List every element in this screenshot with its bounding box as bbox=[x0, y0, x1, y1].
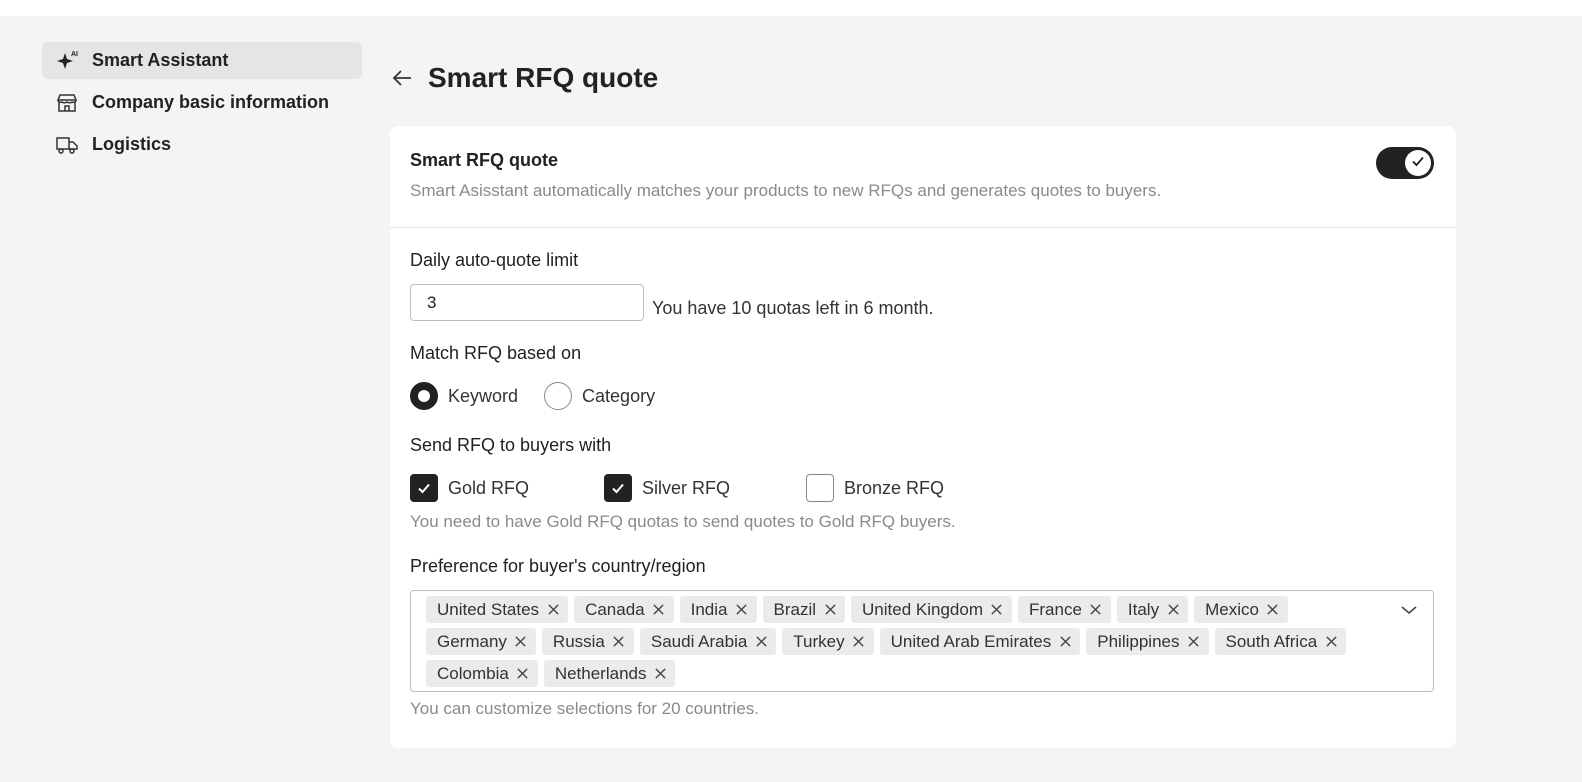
remove-tag-icon[interactable] bbox=[1089, 603, 1103, 617]
country-tag-label: Saudi Arabia bbox=[650, 631, 748, 651]
remove-tag-icon[interactable] bbox=[1266, 603, 1280, 617]
daily-limit-label: Daily auto-quote limit bbox=[410, 250, 579, 270]
country-tag: India bbox=[679, 596, 757, 623]
remove-tag-icon[interactable] bbox=[1166, 603, 1180, 617]
country-tag: South Africa bbox=[1214, 628, 1347, 655]
country-multiselect[interactable]: United States Canada India Brazil United Kin… bbox=[410, 590, 1434, 692]
country-tag-label: India bbox=[690, 599, 728, 619]
country-tag: Colombia bbox=[426, 660, 538, 687]
remove-tag-icon[interactable] bbox=[612, 635, 626, 649]
checkbox-silver-rfq[interactable] bbox=[604, 474, 632, 502]
remove-tag-icon[interactable] bbox=[546, 603, 560, 617]
sidebar-item-company-info[interactable]: Company basic information bbox=[42, 84, 362, 121]
remove-tag-icon[interactable] bbox=[1324, 635, 1338, 649]
country-tag-label: Germany bbox=[437, 631, 507, 651]
page-title: Smart RFQ quote bbox=[428, 62, 659, 93]
radio-category[interactable] bbox=[544, 382, 573, 410]
country-tag-label: United Kingdom bbox=[862, 599, 983, 619]
smart-rfq-section: Smart RFQ quote Smart Asisstant automati… bbox=[390, 126, 1456, 228]
sidebar-item-logistics[interactable]: Logistics bbox=[42, 126, 362, 163]
country-tag-label: Mexico bbox=[1205, 599, 1259, 619]
country-tag: Russia bbox=[541, 628, 634, 655]
country-tag-label: United Arab Emirates bbox=[890, 631, 1052, 651]
settings-card: Smart RFQ quote Smart Asisstant automati… bbox=[390, 126, 1456, 748]
country-hint: You can customize selections for 20 coun… bbox=[410, 699, 760, 718]
remove-tag-icon[interactable] bbox=[1058, 635, 1072, 649]
country-tag: Saudi Arabia bbox=[639, 628, 777, 655]
country-tag: Canada bbox=[574, 596, 674, 623]
country-tag-label: Russia bbox=[552, 631, 605, 651]
sidebar: AI Smart Assistant Company basic informa… bbox=[42, 42, 362, 168]
country-tag: Brazil bbox=[762, 596, 846, 623]
toggle-knob bbox=[1405, 150, 1431, 176]
section-title: Smart RFQ quote bbox=[410, 150, 559, 170]
country-tag: Germany bbox=[426, 628, 536, 655]
checkbox-silver-rfq-label[interactable]: Silver RFQ bbox=[642, 478, 806, 499]
country-tag: Mexico bbox=[1194, 596, 1288, 623]
match-radio-group: Keyword Category bbox=[410, 382, 681, 410]
country-tag: United Arab Emirates bbox=[879, 628, 1081, 655]
remove-tag-icon[interactable] bbox=[514, 635, 528, 649]
remove-tag-icon[interactable] bbox=[735, 603, 749, 617]
checkmark-icon bbox=[1410, 153, 1426, 174]
send-to-checkbox-group: Gold RFQ Silver RFQ Bronze RFQ bbox=[410, 474, 944, 502]
radio-category-label[interactable]: Category bbox=[582, 386, 655, 407]
country-tag-label: Philippines bbox=[1097, 631, 1180, 651]
country-tag-label: South Africa bbox=[1225, 631, 1318, 651]
chevron-down-icon[interactable] bbox=[1399, 603, 1419, 617]
country-tag-label: Italy bbox=[1127, 599, 1160, 619]
remove-tag-icon[interactable] bbox=[823, 603, 837, 617]
country-tag: United Kingdom bbox=[851, 596, 1012, 623]
send-to-label: Send RFQ to buyers with bbox=[410, 435, 612, 455]
country-tag-label: United States bbox=[437, 599, 540, 619]
remove-tag-icon[interactable] bbox=[1187, 635, 1201, 649]
ai-sparkle-icon: AI bbox=[54, 48, 80, 74]
remove-tag-icon[interactable] bbox=[652, 603, 666, 617]
remove-tag-icon[interactable] bbox=[754, 635, 768, 649]
checkbox-bronze-rfq[interactable] bbox=[806, 474, 834, 502]
page-header: Smart RFQ quote bbox=[390, 62, 658, 94]
remove-tag-icon[interactable] bbox=[852, 635, 866, 649]
country-tag-label: Turkey bbox=[793, 631, 845, 651]
country-tag-label: Canada bbox=[585, 599, 645, 619]
truck-icon bbox=[54, 132, 80, 158]
send-to-hint: You need to have Gold RFQ quotas to send… bbox=[410, 512, 956, 531]
back-arrow-icon[interactable] bbox=[390, 65, 416, 91]
country-tag-label: Netherlands bbox=[554, 663, 647, 683]
section-description: Smart Asisstant automatically matches yo… bbox=[410, 181, 1162, 200]
country-tag: France bbox=[1017, 596, 1111, 623]
checkbox-bronze-rfq-label[interactable]: Bronze RFQ bbox=[844, 478, 944, 499]
country-tag: Philippines bbox=[1086, 628, 1209, 655]
country-tag-label: Colombia bbox=[437, 663, 509, 683]
sidebar-item-label: Smart Assistant bbox=[92, 50, 229, 70]
sidebar-item-label: Logistics bbox=[92, 134, 172, 154]
checkbox-gold-rfq[interactable] bbox=[410, 474, 438, 502]
country-tag: Netherlands bbox=[543, 660, 676, 687]
country-tag: United States bbox=[426, 596, 569, 623]
radio-keyword-label[interactable]: Keyword bbox=[448, 386, 518, 407]
quota-text: You have 10 quotas left in 6 month. bbox=[652, 298, 934, 318]
country-tag-label: France bbox=[1028, 599, 1082, 619]
remove-tag-icon[interactable] bbox=[990, 603, 1004, 617]
country-tag: Italy bbox=[1116, 596, 1189, 623]
top-bar bbox=[0, 0, 1582, 16]
country-tag-label: Brazil bbox=[773, 599, 817, 619]
sidebar-item-smart-assistant[interactable]: AI Smart Assistant bbox=[42, 42, 362, 79]
radio-keyword[interactable] bbox=[410, 382, 438, 410]
smart-rfq-toggle[interactable] bbox=[1376, 147, 1434, 179]
sidebar-item-label: Company basic information bbox=[92, 92, 330, 112]
country-label: Preference for buyer's country/region bbox=[410, 556, 706, 576]
store-icon bbox=[54, 90, 80, 116]
match-label: Match RFQ based on bbox=[410, 343, 582, 363]
checkbox-gold-rfq-label[interactable]: Gold RFQ bbox=[448, 478, 604, 499]
remove-tag-icon[interactable] bbox=[653, 667, 667, 681]
country-tag: Turkey bbox=[782, 628, 874, 655]
remove-tag-icon[interactable] bbox=[516, 667, 530, 681]
daily-limit-input[interactable] bbox=[410, 284, 644, 321]
svg-text:AI: AI bbox=[71, 51, 78, 58]
